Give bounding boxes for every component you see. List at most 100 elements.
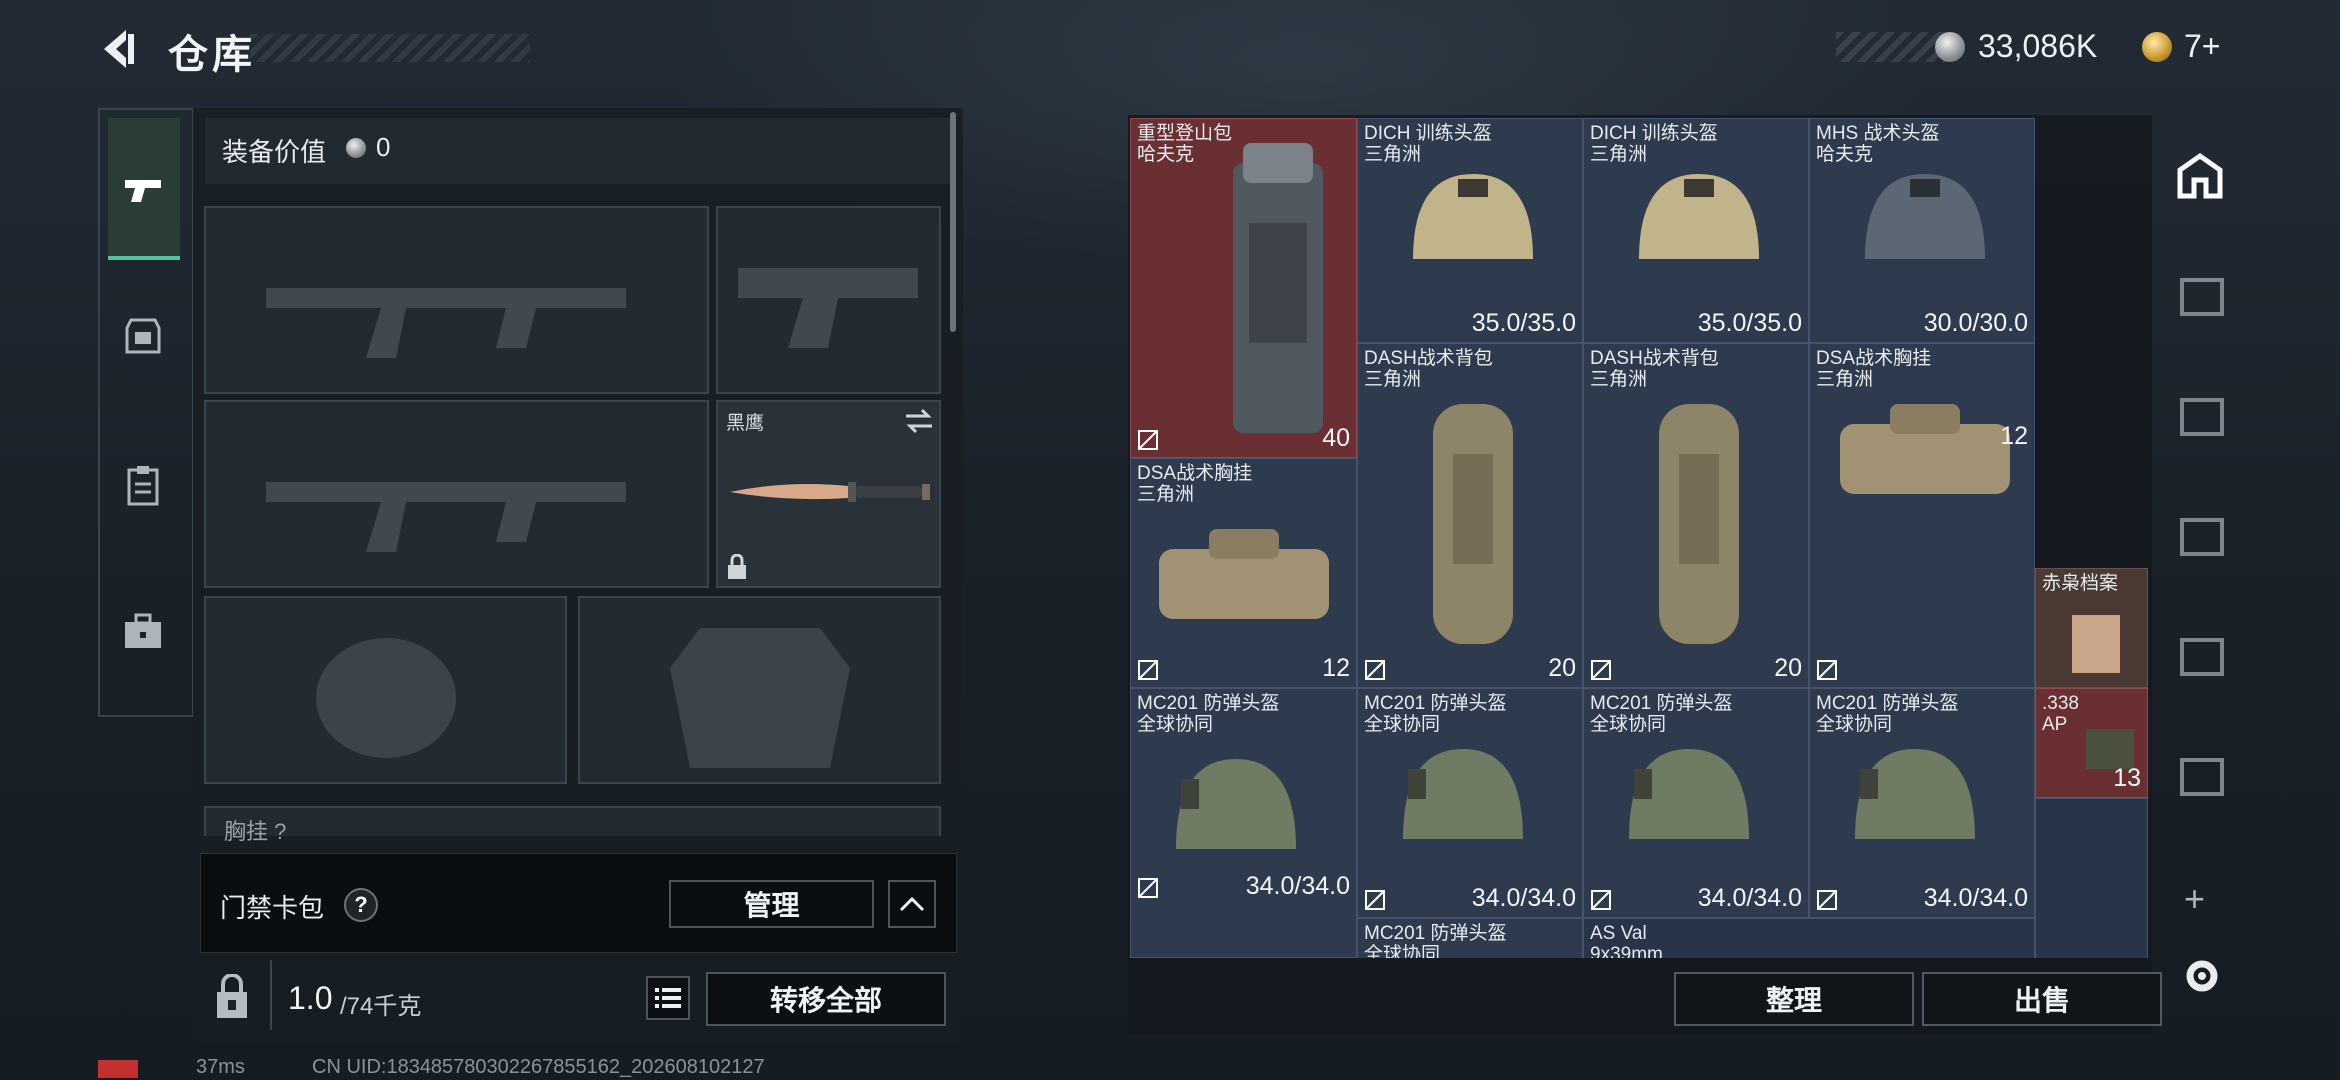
no-insure-icon <box>1816 889 1838 911</box>
item-mc201-helmet[interactable]: MC201 防弹头盔 全球协同 <box>1357 918 1583 958</box>
no-insure-icon <box>1137 429 1159 451</box>
weight-lock-icon <box>213 973 251 1022</box>
chest-rig-icon <box>1840 404 2010 494</box>
add-storage-icon[interactable]: + <box>2184 878 2205 920</box>
helmet-slot[interactable] <box>204 596 567 784</box>
back-icon[interactable] <box>96 26 142 72</box>
item-dash-backpack[interactable]: DASH战术背包 三角洲 20 <box>1357 343 1583 688</box>
storage-tab-4-icon[interactable] <box>2176 630 2228 682</box>
helmet-icon <box>1403 749 1523 839</box>
item-dash-backpack[interactable]: DASH战术背包 三角洲 20 <box>1583 343 1809 688</box>
list-view-button[interactable] <box>646 976 690 1020</box>
knife-icon <box>728 472 934 517</box>
manage-button[interactable]: 管理 <box>669 880 874 928</box>
melee-name: 黑鹰 <box>726 413 765 434</box>
title-stripe-decoration <box>250 34 530 62</box>
item-dsa-chest-rig[interactable]: DSA战术胸挂 三角洲 12 <box>1130 458 1357 688</box>
chest-rig-slot[interactable]: 胸挂 ? <box>204 806 941 844</box>
currency-stripe-decoration <box>1836 32 1946 62</box>
pistol-silhouette-icon <box>738 268 918 348</box>
storage-tab-2-icon[interactable] <box>2176 390 2228 442</box>
pistol-icon <box>121 168 165 212</box>
armor-slot[interactable] <box>578 596 941 784</box>
chest-rig-icon <box>1159 529 1329 619</box>
no-insure-icon <box>1590 659 1612 681</box>
item-name: DASH战术背包 三角洲 <box>1590 348 1719 390</box>
item-capacity: 12 <box>1322 654 1350 682</box>
armor-silhouette-icon <box>670 628 850 768</box>
backpack-icon <box>1433 404 1513 644</box>
no-insure-icon <box>1590 889 1612 911</box>
item-mc201-helmet[interactable]: MC201 防弹头盔 全球协同 34.0/34.0 <box>1809 688 2035 918</box>
briefcase-icon <box>125 613 161 648</box>
armor-icon <box>125 318 161 354</box>
item-durability: 35.0/35.0 <box>1697 309 1802 337</box>
storage-tab-5-icon[interactable] <box>2176 750 2228 802</box>
weight-max: /74千克 <box>340 993 422 1020</box>
gold-currency-amount[interactable]: 7+ <box>2184 28 2220 65</box>
file-icon <box>2072 615 2120 673</box>
item-mc201-helmet[interactable]: MC201 防弹头盔 全球协同 34.0/34.0 <box>1583 688 1809 918</box>
transfer-all-button[interactable]: 转移全部 <box>706 972 946 1026</box>
no-insure-icon <box>1816 659 1838 681</box>
item-mc201-helmet[interactable]: MC201 防弹头盔 全球协同 34.0/34.0 <box>1357 688 1583 918</box>
item-durability: 35.0/35.0 <box>1471 309 1576 337</box>
card-bag-label: 门禁卡包 <box>220 893 325 923</box>
ping: 37ms <box>196 1056 245 1078</box>
lock-icon <box>726 553 748 580</box>
settings-gear-icon[interactable] <box>2180 954 2224 1003</box>
item-338-ap-ammo[interactable]: .338 AP 13 <box>2035 688 2148 798</box>
backpack-icon <box>1233 143 1323 433</box>
tab-clipboard[interactable] <box>121 464 165 508</box>
helmet-icon <box>1639 174 1759 259</box>
silver-currency-amount: 33,086K <box>1978 28 2098 64</box>
item-name: DSA战术胸挂 三角洲 <box>1137 463 1253 505</box>
helmet-icon <box>1176 759 1296 849</box>
gold-coin-icon <box>2142 32 2172 62</box>
weight-current: 1.0 <box>288 980 333 1016</box>
empty-cell[interactable] <box>2035 798 2148 958</box>
page-title: 仓库 <box>168 33 256 77</box>
item-dich-helmet[interactable]: DICH 训练头盔 三角洲 35.0/35.0 <box>1583 118 1809 343</box>
melee-slot[interactable]: 黑鹰 <box>716 400 941 588</box>
storage-home-icon[interactable] <box>2174 150 2226 207</box>
swap-icon[interactable] <box>904 408 934 434</box>
storage-tab-1-icon[interactable] <box>2176 270 2228 322</box>
item-name: 赤枭档案 <box>2042 573 2119 594</box>
tab-case[interactable] <box>121 610 165 654</box>
item-red-owl-file[interactable]: 赤枭档案 <box>2035 568 2148 688</box>
clipboard-icon <box>127 466 159 506</box>
list-icon <box>655 988 681 1008</box>
help-icon[interactable]: ? <box>344 888 378 922</box>
item-name: AS Val 9x39mm <box>1590 923 1663 958</box>
item-as-val[interactable]: AS Val 9x39mm <box>1583 918 2035 958</box>
sell-button[interactable]: 出售 <box>1922 972 2162 1026</box>
chevron-up-icon <box>899 896 925 912</box>
helmet-icon <box>1865 174 1985 259</box>
item-heavy-backpack[interactable]: 重型登山包 哈夫克 40 <box>1130 118 1357 458</box>
battery-icon <box>98 1060 138 1078</box>
sort-button[interactable]: 整理 <box>1674 972 1914 1026</box>
tab-armor[interactable] <box>121 314 165 358</box>
equip-value: 0 <box>376 132 391 162</box>
secondary-weapon-slot[interactable] <box>716 206 941 394</box>
item-dich-helmet[interactable]: DICH 训练头盔 三角洲 35.0/35.0 <box>1357 118 1583 343</box>
loadout-scrollbar[interactable] <box>950 112 956 332</box>
no-insure-icon <box>1137 659 1159 681</box>
item-count: 13 <box>2113 764 2141 792</box>
item-mhs-helmet[interactable]: MHS 战术头盔 哈夫克 30.0/30.0 <box>1809 118 2035 343</box>
storage-tab-3-icon[interactable] <box>2176 510 2228 562</box>
item-name: MC201 防弹头盔 全球协同 <box>1137 693 1280 735</box>
uid: CN UID:1834857803022678551​62_2026081021… <box>312 1056 765 1078</box>
primary-weapon-slot-2[interactable] <box>204 400 709 588</box>
primary-weapon-slot[interactable] <box>204 206 709 394</box>
item-capacity: 20 <box>1774 654 1802 682</box>
item-name: 重型登山包 哈夫克 <box>1137 123 1233 165</box>
item-mc201-helmet[interactable]: MC201 防弹头盔 全球协同 34.0/34.0 <box>1130 688 1357 958</box>
collapse-button[interactable] <box>888 880 936 928</box>
backpack-icon <box>1659 404 1739 644</box>
helmet-icon <box>1855 749 1975 839</box>
silver-coin-icon <box>1935 32 1965 62</box>
item-dsa-chest-rig[interactable]: DSA战术胸挂 三角洲 12 <box>1809 343 2035 688</box>
equip-value-label: 装备价值 <box>222 137 327 167</box>
